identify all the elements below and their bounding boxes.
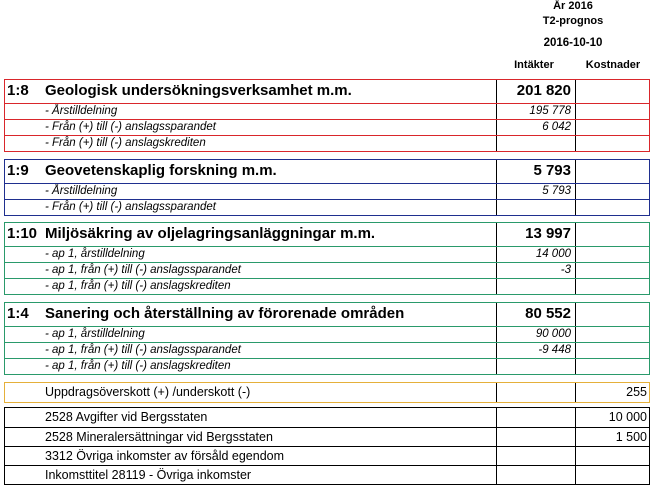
row-income	[496, 428, 575, 446]
income-titles-block: 2528 Avgifter vid Bergsstaten 10 000 252…	[4, 407, 650, 485]
row-label: 2528 Avgifter vid Bergsstaten	[45, 410, 208, 424]
table-row: 3312 Övriga inkomster av försåld egendom	[5, 446, 649, 465]
header-year: År 2016	[553, 0, 593, 12]
table-row: - ap 1, från (+) till (-) anslagskredite…	[5, 358, 649, 374]
section-title-row: 1:4 Sanering och återställning av föroren…	[5, 303, 649, 326]
section-title-text: Sanering och återställning av förorenade…	[45, 305, 405, 322]
header-col-costs: Kostnader	[585, 59, 641, 71]
section-income: 201 820	[496, 80, 575, 103]
row-label: - ap 1, från (+) till (-) anslagssparand…	[45, 264, 241, 276]
row-label: 3312 Övriga inkomster av försåld egendom	[45, 449, 285, 463]
section-costs	[575, 80, 649, 103]
row-label: - Från (+) till (-) anslagssparandet	[45, 201, 216, 213]
section-title-row: 1:9 Geovetenskaplig forskning m.m. 5 793	[5, 160, 649, 183]
section-title-row: 1:8 Geologisk undersökningsverksamhet m.m…	[5, 80, 649, 103]
row-costs	[575, 120, 649, 135]
section-1-4: 1:4 Sanering och återställning av föroren…	[4, 302, 650, 375]
row-costs	[575, 359, 649, 374]
row-costs	[575, 343, 649, 358]
table-row: 2528 Avgifter vid Bergsstaten 10 000	[5, 408, 649, 427]
header-col-income: Intäkter	[514, 59, 554, 71]
row-label: - Årstilldelning	[45, 185, 118, 197]
table-row: 2528 Mineralersättningar vid Bergsstaten…	[5, 427, 649, 446]
row-label: Uppdragsöverskott (+) /underskott (-)	[45, 385, 251, 399]
row-income	[496, 200, 575, 215]
row-costs	[575, 136, 649, 151]
row-income: 195 778	[496, 104, 575, 119]
row-label: - Från (+) till (-) anslagssparandet	[45, 121, 216, 133]
row-costs	[575, 279, 649, 294]
section-title-text: Miljösäkring av oljelagringsanläggningar…	[45, 225, 376, 242]
table-row: - ap 1, från (+) till (-) anslagssparand…	[5, 342, 649, 358]
table-row: Inkomsttitel 28119 - Övriga inkomster	[5, 465, 649, 484]
table-row: - Årstilldelning 195 778	[5, 103, 649, 119]
row-costs: 10 000	[575, 408, 649, 427]
table-row: - ap 1, från (+) till (-) anslagskredite…	[5, 278, 649, 294]
row-label: - Från (+) till (-) anslagskrediten	[45, 137, 206, 149]
section-code: 1:10	[7, 225, 38, 242]
row-label: Inkomsttitel 28119 - Övriga inkomster	[45, 468, 252, 482]
table-row: - Årstilldelning 5 793	[5, 183, 649, 199]
header-date: 2016-10-10	[543, 37, 603, 49]
table-row: - Från (+) till (-) anslagskrediten	[5, 135, 649, 151]
section-title: 1:10 Miljösäkring av oljelagringsanläggni…	[5, 223, 496, 246]
row-income	[496, 136, 575, 151]
section-title: 1:9 Geovetenskaplig forskning m.m.	[5, 160, 496, 183]
table-row: - ap 1, från (+) till (-) anslagssparand…	[5, 262, 649, 278]
section-income: 5 793	[496, 160, 575, 183]
row-label: - Årstilldelning	[45, 105, 118, 117]
row-costs	[575, 104, 649, 119]
row-income	[496, 466, 575, 484]
row-label: 2528 Mineralersättningar vid Bergsstaten	[45, 430, 273, 444]
section-code: 1:8	[7, 82, 29, 99]
table-row: - Från (+) till (-) anslagssparandet 6 0…	[5, 119, 649, 135]
section-1-10: 1:10 Miljösäkring av oljelagringsanläggni…	[4, 222, 650, 295]
table-row: - ap 1, årstilldelning 90 000	[5, 326, 649, 342]
row-income: 14 000	[496, 247, 575, 262]
table-row: - Från (+) till (-) anslagssparandet	[5, 199, 649, 215]
row-income: -9 448	[496, 343, 575, 358]
section-title-text: Geovetenskaplig forskning m.m.	[45, 162, 277, 179]
row-label: - ap 1, årstilldelning	[45, 248, 145, 260]
section-income: 80 552	[496, 303, 575, 326]
section-1-8: 1:8 Geologisk undersökningsverksamhet m.m…	[4, 79, 650, 152]
row-costs	[575, 184, 649, 199]
row-label: - ap 1, från (+) till (-) anslagskredite…	[45, 360, 231, 372]
row-income	[496, 279, 575, 294]
row-costs: 255	[575, 383, 649, 402]
section-costs	[575, 303, 649, 326]
section-title: 1:4 Sanering och återställning av föroren…	[5, 303, 496, 326]
section-1-9: 1:9 Geovetenskaplig forskning m.m. 5 793 …	[4, 159, 650, 216]
row-costs	[575, 327, 649, 342]
row-income: -3	[496, 263, 575, 278]
row-costs	[575, 247, 649, 262]
row-label: - ap 1, från (+) till (-) anslagskredite…	[45, 280, 231, 292]
row-label: - ap 1, från (+) till (-) anslagssparand…	[45, 344, 241, 356]
row-costs	[575, 200, 649, 215]
section-costs	[575, 223, 649, 246]
row-income	[496, 383, 575, 402]
table-row: Uppdragsöverskott (+) /underskott (-) 25…	[5, 383, 649, 402]
table-row: - ap 1, årstilldelning 14 000	[5, 246, 649, 262]
row-costs	[575, 447, 649, 465]
section-title-row: 1:10 Miljösäkring av oljelagringsanläggni…	[5, 223, 649, 246]
section-title-text: Geologisk undersökningsverksamhet m.m.	[45, 82, 352, 99]
surplus-block: Uppdragsöverskott (+) /underskott (-) 25…	[4, 382, 650, 403]
row-label: - ap 1, årstilldelning	[45, 328, 145, 340]
row-costs: 1 500	[575, 428, 649, 446]
section-code: 1:9	[7, 162, 29, 179]
row-costs	[575, 466, 649, 484]
header-prognosis: T2-prognos	[542, 15, 604, 27]
row-income	[496, 447, 575, 465]
row-income: 5 793	[496, 184, 575, 199]
section-title: 1:8 Geologisk undersökningsverksamhet m.m…	[5, 80, 496, 103]
row-costs	[575, 263, 649, 278]
row-income	[496, 408, 575, 427]
row-income	[496, 359, 575, 374]
section-code: 1:4	[7, 305, 29, 322]
row-income: 6 042	[496, 120, 575, 135]
section-costs	[575, 160, 649, 183]
row-income: 90 000	[496, 327, 575, 342]
section-income: 13 997	[496, 223, 575, 246]
